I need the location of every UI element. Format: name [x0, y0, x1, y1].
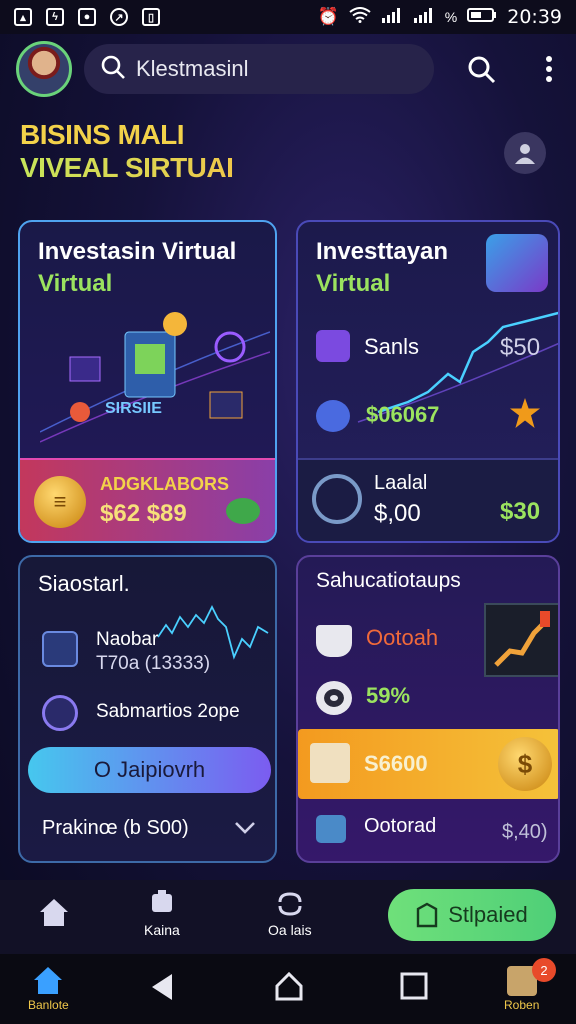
coin-stack-icon: ≡: [34, 476, 86, 528]
home-icon: [34, 967, 63, 994]
chevron-down-icon[interactable]: [234, 821, 256, 835]
card1-subtitle: Virtual: [38, 270, 113, 297]
search-button[interactable]: [463, 51, 499, 87]
camera-lens-icon: [316, 681, 352, 715]
row1-value: $50: [500, 334, 541, 361]
balance-label: Laalal: [374, 472, 428, 494]
avatar[interactable]: [16, 41, 72, 97]
row2-value: $06067: [366, 402, 440, 427]
sys-home-shortcut[interactable]: Banlote: [28, 964, 69, 1012]
footer-label: Ootorad: [364, 815, 437, 837]
sys-right-label: Roben: [504, 998, 540, 1012]
card-statistics[interactable]: Siaostarl. Naobar T70a (13333) Sabmartio…: [18, 555, 277, 863]
illustration-label: SIRSIIE: [105, 400, 162, 417]
status-bar: ▴ ϟ ● ↗ ▯ ⏰ % 20:39: [0, 0, 576, 34]
chip-icon: [42, 631, 78, 667]
sys-left-label: Banlote: [28, 998, 69, 1012]
card-investment-chart[interactable]: Investtayan Virtual Sanls $50 $06067 Laa…: [296, 220, 560, 543]
row1-label: Naobar: [96, 629, 159, 650]
document-icon: [316, 330, 350, 362]
nav-home[interactable]: [36, 894, 72, 930]
receipt-icon: [310, 743, 350, 783]
pill-label: Stlpaied: [448, 902, 528, 927]
card3-title: Siaostarl.: [38, 571, 130, 596]
title-line-2: VIVEAL SIRTUAI: [20, 152, 234, 183]
row2-label: 59%: [366, 683, 411, 708]
row1-label: Ootoah: [366, 625, 439, 650]
chart-thumbnail: [484, 603, 558, 677]
back-icon[interactable]: [148, 972, 176, 1002]
nav-kaina-label: Kaina: [144, 922, 180, 938]
signal2-icon: [413, 7, 435, 28]
nav-kaina[interactable]: Kaina: [144, 890, 180, 938]
sync-icon: [278, 892, 302, 916]
home-icon: [40, 899, 68, 926]
footer-label: Prakinœ (b S00): [42, 817, 189, 839]
dollar-coin-icon: $: [498, 737, 552, 791]
balance-value: $,00: [374, 500, 421, 527]
page-title: BISINS MALI VIVEAL SIRTUAI: [20, 118, 234, 184]
nav-oalais[interactable]: Oa lais: [268, 890, 312, 938]
search-coin-icon: [312, 474, 362, 524]
signal-icon: [381, 7, 403, 28]
card1-title: Investasin Virtual: [38, 238, 237, 265]
footer-value: $,40): [502, 821, 548, 843]
search-text: Klestmasinl: [136, 56, 249, 81]
card-virtual-investment[interactable]: Investasin Virtual Virtual SIRSIIE ≡ ADG…: [18, 220, 277, 543]
card-subscriptions[interactable]: Sahucatiotaups Ootoah 59% S6600 $ Ootora…: [296, 555, 560, 863]
profile-button[interactable]: [504, 132, 546, 174]
compass-icon: ↗: [110, 8, 128, 26]
user-icon: [515, 144, 535, 164]
search-input[interactable]: Klestmasinl: [84, 44, 434, 94]
promo-label: ADGKLABORS: [100, 474, 229, 494]
notification-badge: 2: [532, 958, 556, 982]
alarm-icon: ⏰: [317, 7, 339, 26]
image-icon: ▴: [14, 8, 32, 26]
search-icon: [100, 54, 126, 85]
app-bar: Klestmasinl: [0, 34, 576, 104]
title-line-1: BISINS MALI: [20, 119, 185, 150]
primary-action-button[interactable]: O Jaipiovrh: [28, 747, 271, 793]
promo-value: $62 $89: [100, 500, 187, 527]
battery-icon: [467, 7, 497, 28]
card4-title: Sahucatiotaups: [316, 569, 461, 592]
card2-title: Investtayan: [316, 238, 449, 265]
promo-banner[interactable]: ≡ ADGKLABORS $62 $89: [20, 458, 275, 541]
flash-icon: ϟ: [46, 8, 64, 26]
system-nav: Banlote Roben 2: [0, 954, 576, 1024]
cash-icon: [226, 498, 260, 524]
virtual-investment-illustration: [40, 312, 270, 443]
camera-icon: [316, 815, 346, 843]
percent-icon: %: [444, 9, 458, 25]
recents-icon[interactable]: [400, 972, 428, 1000]
wifi-icon: [349, 6, 371, 28]
row1-label: Sanls: [364, 334, 420, 359]
thumb-icon: [151, 890, 172, 912]
file-icon: ▯: [142, 8, 160, 26]
clock: 20:39: [507, 6, 562, 28]
action-pill-button[interactable]: Stlpaied: [388, 889, 556, 941]
row1-sub: T70a (13333): [96, 653, 211, 674]
balance-bar[interactable]: Laalal $,00 $30: [298, 458, 558, 541]
gold-value: S6600: [364, 751, 428, 776]
clock-icon: [42, 695, 78, 731]
rocket-icon: [316, 400, 350, 432]
cup-icon: [316, 625, 352, 657]
bottom-nav: Kaina Oa lais Stlpaied: [0, 880, 576, 954]
drop-icon: ●: [78, 8, 96, 26]
more-menu-icon[interactable]: [531, 51, 567, 87]
nav-oalais-label: Oa lais: [268, 922, 312, 938]
balance-right: $30: [500, 498, 541, 525]
home-button-icon[interactable]: [274, 970, 304, 1002]
row2-label: Sabmartios 2ope: [96, 701, 240, 722]
shield-icon: [417, 902, 438, 928]
gold-banner[interactable]: S6600 $: [298, 729, 558, 799]
